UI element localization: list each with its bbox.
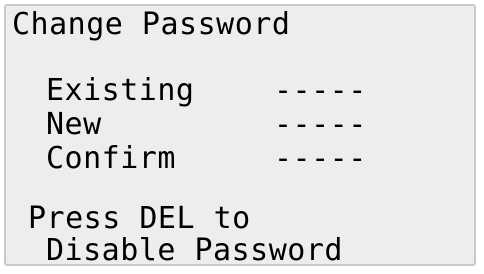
screen-title: Change Password — [12, 7, 291, 42]
new-password-label: New — [46, 107, 102, 142]
existing-password-label: Existing — [46, 73, 195, 108]
disable-hint-line-1: Press DEL to — [28, 201, 251, 236]
confirm-password-field[interactable]: ----- — [274, 144, 367, 174]
disable-hint-line-2: Disable Password — [46, 233, 343, 266]
confirm-password-label: Confirm — [46, 141, 176, 176]
existing-password-field[interactable]: ----- — [274, 76, 367, 106]
new-password-field[interactable]: ----- — [274, 110, 367, 140]
lcd-screen: Change Password Existing ----- New -----… — [4, 4, 476, 266]
